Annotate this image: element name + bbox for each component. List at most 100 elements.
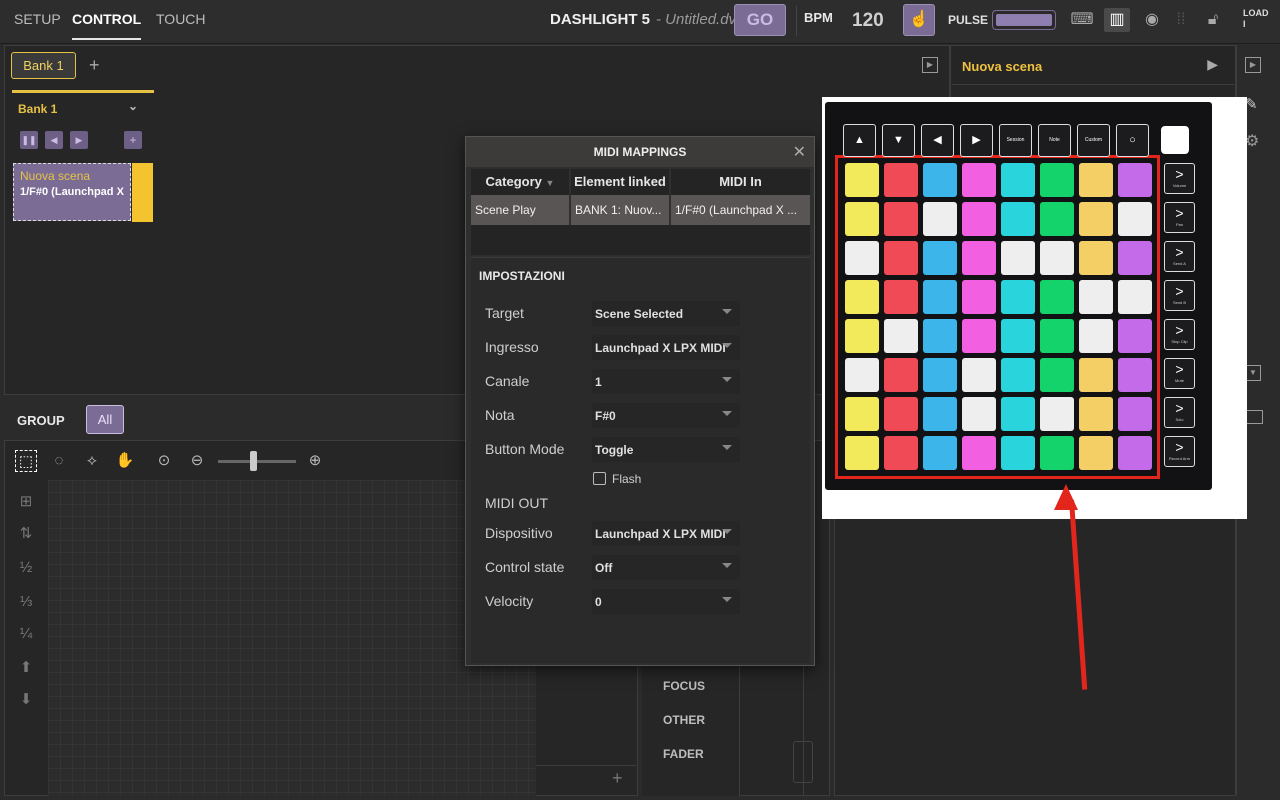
third-icon[interactable]: ⅓	[14, 590, 38, 614]
control-state-label: Control state	[485, 559, 565, 575]
launchpad-pad	[1118, 397, 1152, 431]
control-state-select[interactable]: Off	[592, 555, 740, 580]
launchpad-side-key-label: Record Arm	[1168, 456, 1191, 461]
launchpad-side-key: > Send B	[1164, 280, 1195, 311]
close-icon[interactable]: ✕	[793, 142, 806, 162]
zoom-out-icon[interactable]: ⊖	[186, 450, 208, 472]
category-focus[interactable]: FOCUS	[663, 679, 705, 693]
cell-element-linked[interactable]: BANK 1: Nuov...	[571, 195, 669, 225]
bank-tab[interactable]: Bank 1	[11, 52, 76, 79]
tab-touch[interactable]: TOUCH	[156, 0, 206, 40]
launchpad-pad	[884, 436, 918, 470]
load-text-2: I	[1243, 19, 1246, 29]
grid-icon[interactable]: ⁞⁞	[1168, 8, 1194, 32]
section-title: IMPOSTAZIONI	[479, 269, 565, 283]
bpm-value[interactable]: 120	[852, 10, 884, 32]
add-bank-icon[interactable]: +	[89, 55, 100, 76]
zoom-reset-icon[interactable]: ⊙	[153, 450, 175, 472]
cell-midi-in[interactable]: 1/F#0 (Launchpad X ...	[671, 195, 810, 225]
launchpad-pad	[845, 280, 879, 314]
zoom-slider-handle[interactable]	[250, 451, 257, 471]
zoom-slider[interactable]	[218, 460, 296, 463]
launchpad-pad	[1040, 358, 1074, 392]
monitor-icon[interactable]	[1245, 410, 1263, 424]
target-label: Target	[485, 305, 524, 321]
launchpad-pad	[1040, 397, 1074, 431]
chevron-down-icon	[722, 597, 732, 602]
group-all-button[interactable]: All	[86, 405, 124, 434]
launchpad-pad	[923, 241, 957, 275]
keyboard-icon[interactable]: ⌨	[1069, 8, 1095, 32]
pulse-slider[interactable]	[992, 10, 1056, 30]
launchpad-pad	[845, 436, 879, 470]
cell-category[interactable]: Scene Play	[471, 195, 569, 225]
flash-checkbox[interactable]	[593, 472, 606, 485]
fader-slider[interactable]	[793, 741, 813, 783]
grid-layout-icon[interactable]: ⊞	[14, 490, 38, 514]
launchpad-top-key: ▶	[960, 124, 993, 157]
launchpad-top-key: SessionMixer	[999, 124, 1032, 168]
half-icon[interactable]: ½	[14, 556, 38, 580]
play-icon[interactable]: ▶	[1207, 56, 1218, 73]
scene-card[interactable]: Nuova scena 1/F#0 (Launchpad X ...	[13, 163, 131, 221]
add-group-icon[interactable]: +	[612, 768, 623, 789]
column-category[interactable]: Category ▼	[471, 169, 569, 195]
launchpad-top-key: ▲	[843, 124, 876, 157]
scene-name: Nuova scena	[20, 169, 91, 183]
quarter-icon[interactable]: ¼	[14, 622, 38, 646]
target-select[interactable]: Scene Selected	[592, 301, 740, 326]
zoom-in-icon[interactable]: ⊕	[304, 450, 326, 472]
lasso-icon[interactable]: ◌	[48, 450, 70, 472]
panel-play-icon[interactable]: ▶	[1245, 57, 1261, 73]
fixture-grid[interactable]	[48, 480, 536, 796]
move-up-icon[interactable]: ⬆	[14, 656, 38, 680]
chevron-down-icon	[722, 309, 732, 314]
go-button[interactable]: GO	[734, 4, 786, 36]
category-fader[interactable]: FADER	[663, 747, 704, 761]
bank-header[interactable]: Bank 1 ⌄	[12, 90, 154, 120]
canale-select[interactable]: 1	[592, 369, 740, 394]
nota-label: Nota	[485, 407, 515, 423]
piano-icon[interactable]: ▥	[1104, 8, 1130, 32]
chevron-down-icon	[722, 411, 732, 416]
speaker-icon[interactable]: ◉	[1139, 8, 1165, 32]
tab-setup[interactable]: SETUP	[14, 0, 61, 40]
launchpad-side-key: > Send A	[1164, 241, 1195, 272]
dispositivo-select[interactable]: Launchpad X LPX MIDI	[592, 521, 740, 546]
column-midi-in[interactable]: MIDI In	[671, 169, 810, 195]
hand-icon[interactable]: ✋	[114, 450, 136, 472]
velocity-select[interactable]: 0	[592, 589, 740, 614]
launchpad-top-key: Note	[1038, 124, 1071, 157]
nota-select[interactable]: F#0	[592, 403, 740, 428]
launchpad-pad	[1118, 202, 1152, 236]
launchpad-pad	[1079, 358, 1113, 392]
prev-icon[interactable]: ◀	[45, 131, 63, 149]
category-other[interactable]: OTHER	[663, 713, 705, 727]
panel-toggle-icon[interactable]: ▶	[922, 57, 938, 73]
next-icon[interactable]: ▶	[70, 131, 88, 149]
launchpad-pad	[923, 436, 957, 470]
launchpad-pad	[1118, 436, 1152, 470]
sort-icon[interactable]: ⇅	[14, 522, 38, 546]
column-element-linked[interactable]: Element linked	[571, 169, 669, 195]
tap-icon[interactable]: ☝	[903, 4, 935, 36]
tab-control[interactable]: CONTROL	[72, 0, 142, 40]
load-label[interactable]: LOAD I	[1243, 8, 1269, 30]
launchpad-pad	[1001, 397, 1035, 431]
pause-icon[interactable]: ❚❚	[20, 131, 38, 149]
canale-label: Canale	[485, 373, 530, 389]
lock-icon[interactable]: 🔓︎	[1200, 8, 1226, 32]
magic-select-icon[interactable]: ⟡	[81, 450, 103, 472]
ingresso-value: Launchpad X LPX MIDI	[595, 341, 726, 355]
move-down-icon[interactable]: ⬇	[14, 688, 38, 712]
collapse-icon[interactable]: ▼	[1245, 365, 1261, 381]
launchpad-pad	[884, 319, 918, 353]
launchpad-pad	[1040, 241, 1074, 275]
launchpad-pad	[1001, 163, 1035, 197]
ingresso-select[interactable]: Launchpad X LPX MIDI	[592, 335, 740, 360]
gear-icon[interactable]: ⚙	[1245, 131, 1259, 151]
select-rect-icon[interactable]: ⬚	[15, 450, 37, 472]
chevron-down-icon[interactable]: ⌄	[128, 99, 138, 113]
button-mode-select[interactable]: Toggle	[592, 437, 740, 462]
add-scene-icon[interactable]: +	[124, 131, 142, 149]
